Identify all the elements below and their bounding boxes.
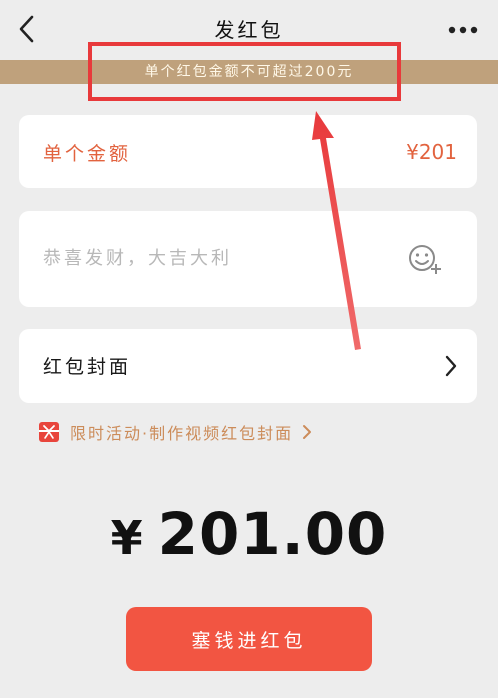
promo-link[interactable]: 限时活动·制作视频红包封面 (38, 419, 313, 445)
page-title: 发红包 (214, 18, 284, 42)
greeting-input[interactable] (43, 241, 403, 275)
red-packet-cover-row[interactable]: 红包封面 (19, 329, 477, 403)
currency-symbol: ¥ (110, 511, 144, 565)
amount-label: 单个金额 (43, 143, 132, 165)
total-amount: ¥201.00 (0, 500, 498, 568)
submit-red-packet-button[interactable]: 塞钱进红包 (126, 607, 372, 671)
total-value: 201.00 (157, 500, 388, 568)
annotation-highlight-box (88, 42, 401, 101)
chevron-right-icon (303, 425, 312, 439)
more-dots-icon (448, 26, 478, 34)
amount-card[interactable]: 单个金额 ¥201 (19, 115, 477, 188)
emoji-plus-icon (409, 245, 441, 274)
amount-value[interactable]: ¥201 (406, 140, 457, 164)
gift-icon (39, 422, 59, 442)
chevron-right-icon (445, 355, 457, 377)
emoji-button[interactable] (407, 243, 443, 277)
greeting-card (19, 211, 477, 307)
more-button[interactable] (446, 18, 480, 42)
promo-text: 限时活动·制作视频红包封面 (70, 424, 294, 443)
cover-label: 红包封面 (43, 356, 132, 378)
